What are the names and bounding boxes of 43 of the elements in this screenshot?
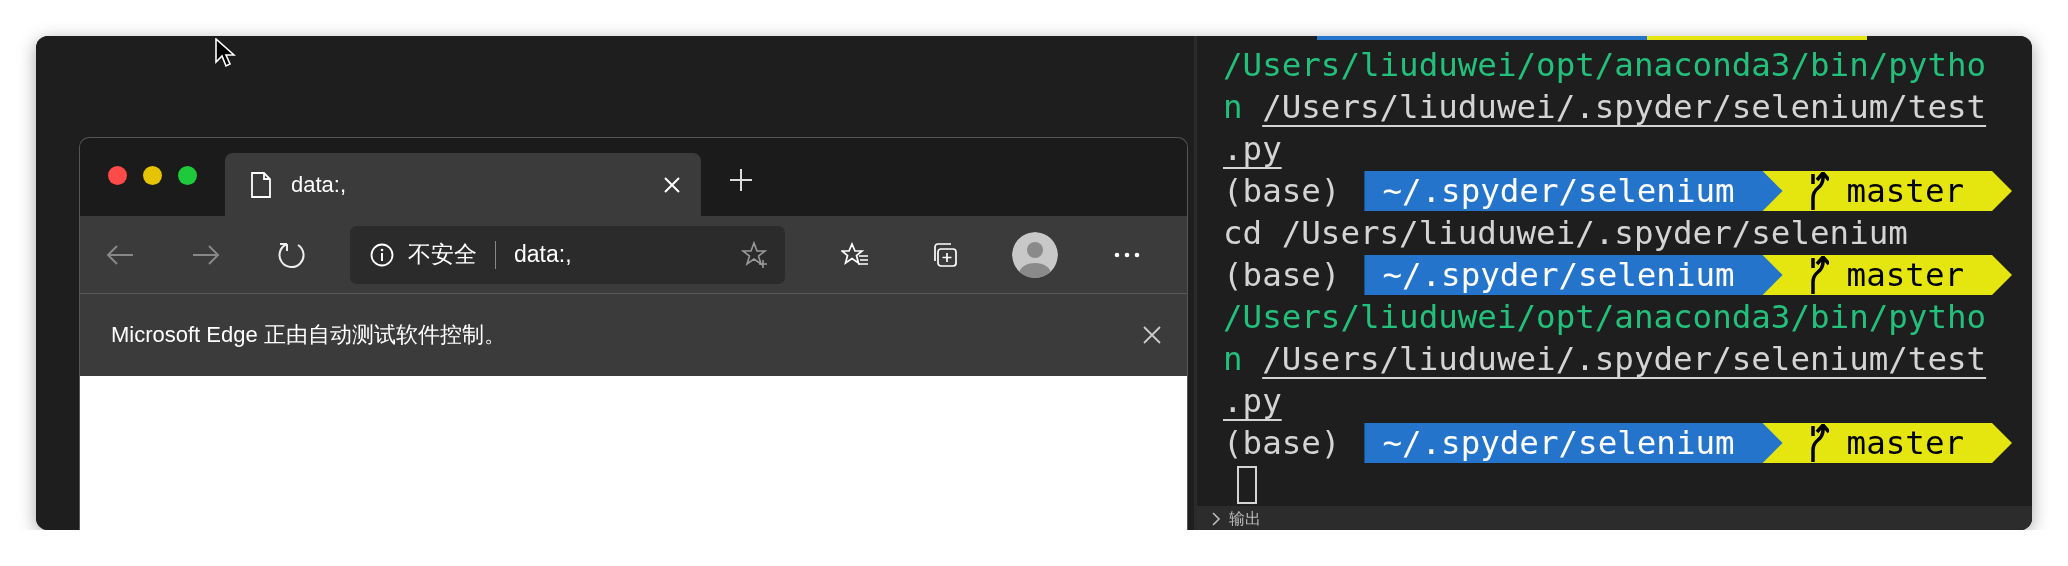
- directory-segment: ~/.spyder/selenium: [1364, 171, 1783, 211]
- favorites-icon[interactable]: [841, 241, 869, 268]
- command-text: /Users/liuduwei/opt/anaconda3/bin/pytho: [1223, 297, 1987, 338]
- directory-segment: ~/.spyder/selenium: [1364, 423, 1783, 463]
- refresh-icon[interactable]: [278, 240, 306, 269]
- file-path: /Users/liuduwei/.spyder/selenium/test: [1262, 339, 1987, 380]
- browser-tab[interactable]: data:,: [225, 153, 701, 216]
- close-window-button[interactable]: [108, 165, 127, 185]
- output-panel-header[interactable]: 输出: [1197, 506, 2032, 530]
- branch-name: master: [1846, 255, 1964, 296]
- back-icon[interactable]: [106, 243, 134, 266]
- security-label[interactable]: 不安全: [408, 239, 477, 270]
- text-cursor: [1237, 466, 1257, 504]
- automation-message: Microsoft Edge 正由自动测试软件控制。: [111, 321, 506, 349]
- collections-icon[interactable]: [932, 241, 958, 268]
- directory-segment: ~/.spyder/selenium: [1364, 255, 1783, 295]
- forward-icon[interactable]: [192, 243, 220, 266]
- new-tab-icon[interactable]: [729, 168, 753, 192]
- panel-title: 输出: [1229, 508, 1261, 529]
- file-path: .py: [1223, 381, 1282, 422]
- avatar-icon[interactable]: [1012, 231, 1058, 278]
- info-icon[interactable]: [370, 242, 394, 267]
- terminal-text: cd /Users/liuduwei/.spyder/selenium: [1223, 213, 1908, 254]
- star-add-icon[interactable]: [741, 240, 769, 269]
- env-label: (base): [1223, 255, 1341, 296]
- minimize-window-button[interactable]: [143, 165, 162, 185]
- close-icon[interactable]: [1143, 326, 1161, 344]
- branch-name: master: [1846, 171, 1964, 212]
- command-text: n: [1223, 87, 1244, 128]
- env-label: (base): [1223, 171, 1341, 212]
- file-path: .py: [1223, 129, 1282, 170]
- command-text: n: [1223, 339, 1244, 380]
- address-field[interactable]: 不安全 data:,: [350, 225, 785, 284]
- zoom-window-button[interactable]: [178, 165, 197, 185]
- tab-title: data:,: [291, 171, 348, 198]
- mouse-pointer-icon: [214, 38, 236, 70]
- url-text: data:,: [514, 241, 573, 268]
- more-icon[interactable]: [1114, 251, 1140, 258]
- branch-name: master: [1846, 423, 1964, 464]
- env-label: (base): [1223, 423, 1341, 464]
- command-text: /Users/liuduwei/opt/anaconda3/bin/pytho: [1223, 45, 1987, 86]
- document-icon: [251, 171, 271, 198]
- file-path: /Users/liuduwei/.spyder/selenium/test: [1262, 87, 1987, 128]
